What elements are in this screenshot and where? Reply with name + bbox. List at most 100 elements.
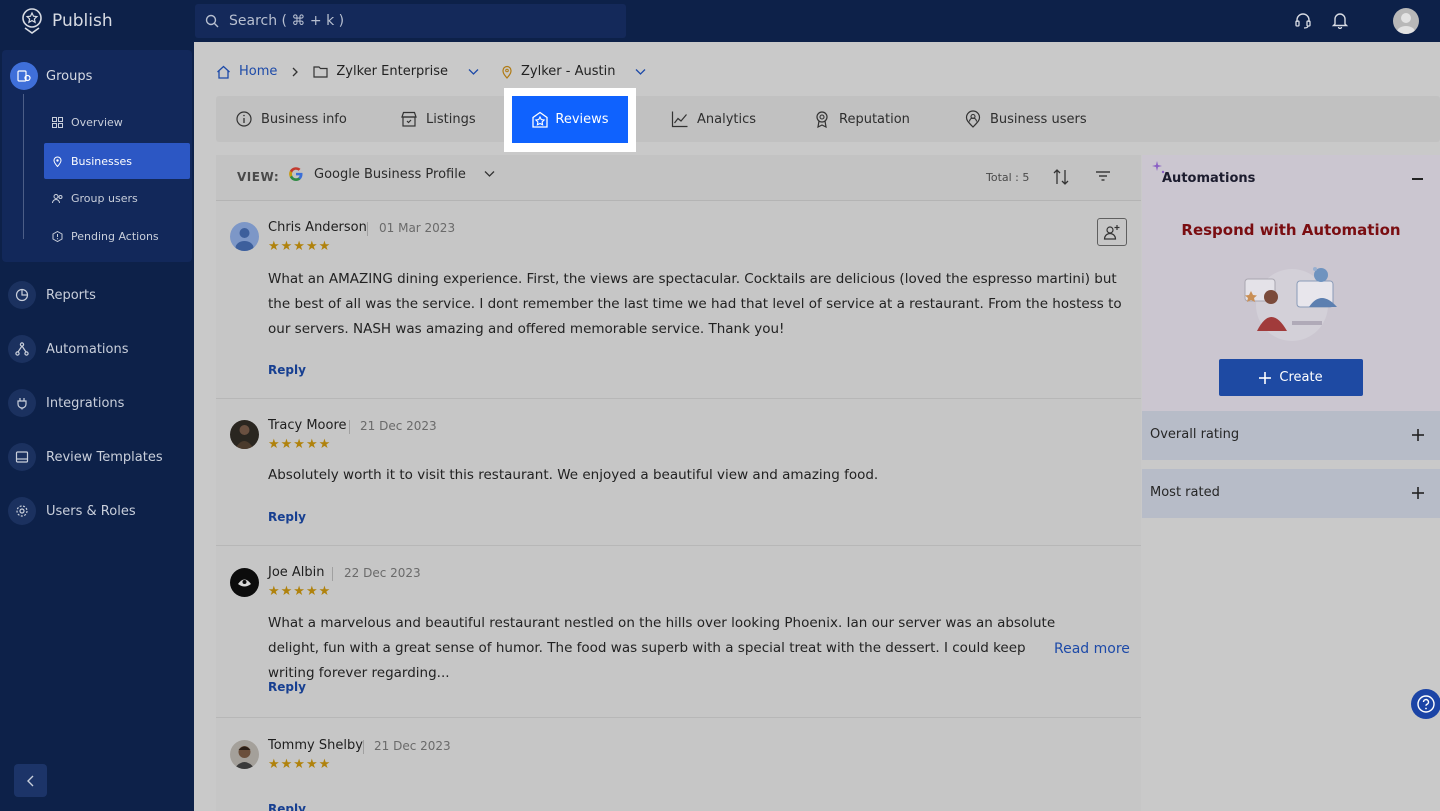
breadcrumb-enterprise[interactable]: Zylker Enterprise: [336, 64, 448, 79]
home-icon: [217, 65, 230, 79]
divider: [363, 740, 364, 754]
view-label: VIEW:: [237, 170, 280, 184]
tab-reputation[interactable]: Reputation: [813, 96, 910, 142]
reply-link[interactable]: Reply: [268, 680, 306, 694]
bell-icon[interactable]: [1329, 9, 1351, 31]
automations-card: Automations Respond with Automation Crea…: [1142, 155, 1440, 411]
sidebar-item-overview[interactable]: Overview: [44, 104, 190, 140]
user-pin-icon: [965, 110, 981, 128]
tab-reviews[interactable]: Reviews: [512, 96, 628, 143]
groups-icon: [10, 62, 38, 90]
tab-listings[interactable]: Listings: [400, 96, 476, 142]
sidebar-item-label: Integrations: [46, 395, 125, 411]
tab-label: Analytics: [697, 111, 757, 127]
sidebar-item-review-templates[interactable]: Review Templates: [8, 443, 163, 471]
groups-panel: Groups Overview Businesses Group users P…: [2, 50, 192, 262]
search-input[interactable]: Search ( ⌘ + k ): [195, 4, 626, 38]
reply-link[interactable]: Reply: [268, 802, 306, 811]
sidebar-item-label: Group users: [71, 191, 138, 205]
chevron-down-icon[interactable]: [468, 68, 479, 76]
plus-icon[interactable]: [1412, 429, 1424, 441]
grid-icon: [52, 116, 63, 128]
sort-icon[interactable]: [1052, 168, 1070, 186]
accordion-title: Overall rating: [1150, 427, 1240, 442]
sidebar-item-reports[interactable]: Reports: [8, 281, 96, 309]
hexagon-alert-icon: [52, 230, 63, 242]
review-date: 01 Mar 2023: [379, 221, 456, 235]
sidebar-item-users-roles[interactable]: Users & Roles: [8, 497, 136, 525]
reply-link[interactable]: Reply: [268, 363, 306, 377]
source-dropdown[interactable]: Google Business Profile: [288, 166, 495, 182]
reviewer-avatar: [230, 222, 259, 251]
reviewer-avatar: [230, 568, 259, 597]
automation-illustration: [1244, 267, 1337, 341]
read-more-link[interactable]: Read more: [1054, 641, 1130, 657]
sidebar-item-pending-actions[interactable]: Pending Actions: [44, 218, 190, 254]
tab-label: Reputation: [839, 111, 910, 127]
tab-label: Business info: [261, 111, 347, 127]
sidebar-item-label: Businesses: [71, 154, 133, 168]
assign-user-button[interactable]: [1097, 218, 1127, 246]
tab-label: Business users: [990, 111, 1087, 127]
reviewer-name: Tracy Moore: [268, 418, 347, 433]
star-rating: ★★★★★: [268, 239, 332, 254]
sidebar-item-label: Users & Roles: [46, 503, 136, 519]
tab-business-users[interactable]: Business users: [964, 96, 1087, 142]
sidebar-item-automations[interactable]: Automations: [8, 335, 129, 363]
breadcrumb-location[interactable]: Zylker - Austin: [521, 64, 615, 79]
main-content: Home Zylker Enterprise Zylker - Austin B…: [194, 42, 1440, 811]
reply-link[interactable]: Reply: [268, 510, 306, 524]
sidebar-item-group-users[interactable]: Group users: [44, 180, 190, 216]
info-icon: [236, 111, 252, 127]
most-rated-accordion[interactable]: Most rated: [1142, 469, 1440, 518]
tab-analytics[interactable]: Analytics: [671, 96, 756, 142]
tab-label: Reviews: [555, 112, 609, 127]
collapse-sidebar-button[interactable]: [14, 764, 47, 797]
breadcrumb-home[interactable]: Home: [239, 64, 277, 79]
breadcrumb: Home Zylker Enterprise Zylker - Austin: [216, 64, 646, 79]
tab-bar: Business info Listings Analytics Reputat…: [216, 96, 1440, 142]
source-label: Google Business Profile: [314, 166, 466, 182]
review-date: 21 Dec 2023: [360, 419, 437, 433]
plus-icon: [1259, 371, 1272, 384]
reviewer-avatar: [230, 740, 259, 769]
reviewer-name: Tommy Shelby: [268, 738, 363, 753]
sidebar-item-label: Groups: [46, 68, 93, 84]
tree-line: [23, 94, 24, 239]
help-button[interactable]: [1411, 689, 1440, 719]
sidebar-item-integrations[interactable]: Integrations: [8, 389, 124, 417]
automations-title: Automations: [1162, 171, 1256, 186]
plus-icon[interactable]: [1412, 487, 1424, 499]
divider: [367, 222, 368, 236]
collapse-icon[interactable]: [1412, 178, 1423, 180]
location-pin-icon: [502, 65, 512, 79]
pie-chart-icon: [8, 281, 36, 309]
chevron-down-icon: [484, 171, 495, 177]
sidebar-item-groups[interactable]: Groups: [10, 62, 92, 90]
tab-label: Listings: [426, 111, 476, 127]
accordion-title: Most rated: [1150, 485, 1220, 500]
line-chart-icon: [671, 111, 688, 128]
app-brand[interactable]: Publish: [20, 6, 113, 36]
star-rating: ★★★★★: [268, 584, 332, 599]
badge-icon: [816, 111, 828, 128]
avatar[interactable]: [1393, 8, 1419, 34]
review-item: Chris Anderson 01 Mar 2023 ★★★★★ What an…: [216, 202, 1141, 399]
publish-logo-icon: [22, 8, 42, 34]
reviewer-name: Joe Albin: [268, 565, 325, 580]
plug-icon: [8, 389, 36, 417]
sidebar-item-businesses[interactable]: Businesses: [44, 143, 190, 179]
create-automation-button[interactable]: Create: [1219, 359, 1363, 396]
review-item: Joe Albin 22 Dec 2023 ★★★★★ What a marve…: [216, 547, 1141, 718]
star-rating: ★★★★★: [268, 757, 332, 772]
filter-icon[interactable]: [1094, 168, 1112, 184]
chevron-left-icon: [26, 775, 33, 786]
divider: [349, 420, 350, 434]
headset-icon[interactable]: [1292, 10, 1314, 32]
overall-rating-accordion[interactable]: Overall rating: [1142, 411, 1440, 460]
review-item: Tracy Moore 21 Dec 2023 ★★★★★ Absolutely…: [216, 400, 1141, 546]
chevron-down-icon[interactable]: [635, 68, 646, 76]
review-star-icon: [532, 111, 549, 128]
tab-business-info[interactable]: Business info: [235, 96, 347, 142]
reviewer-name: Chris Anderson: [268, 220, 367, 235]
